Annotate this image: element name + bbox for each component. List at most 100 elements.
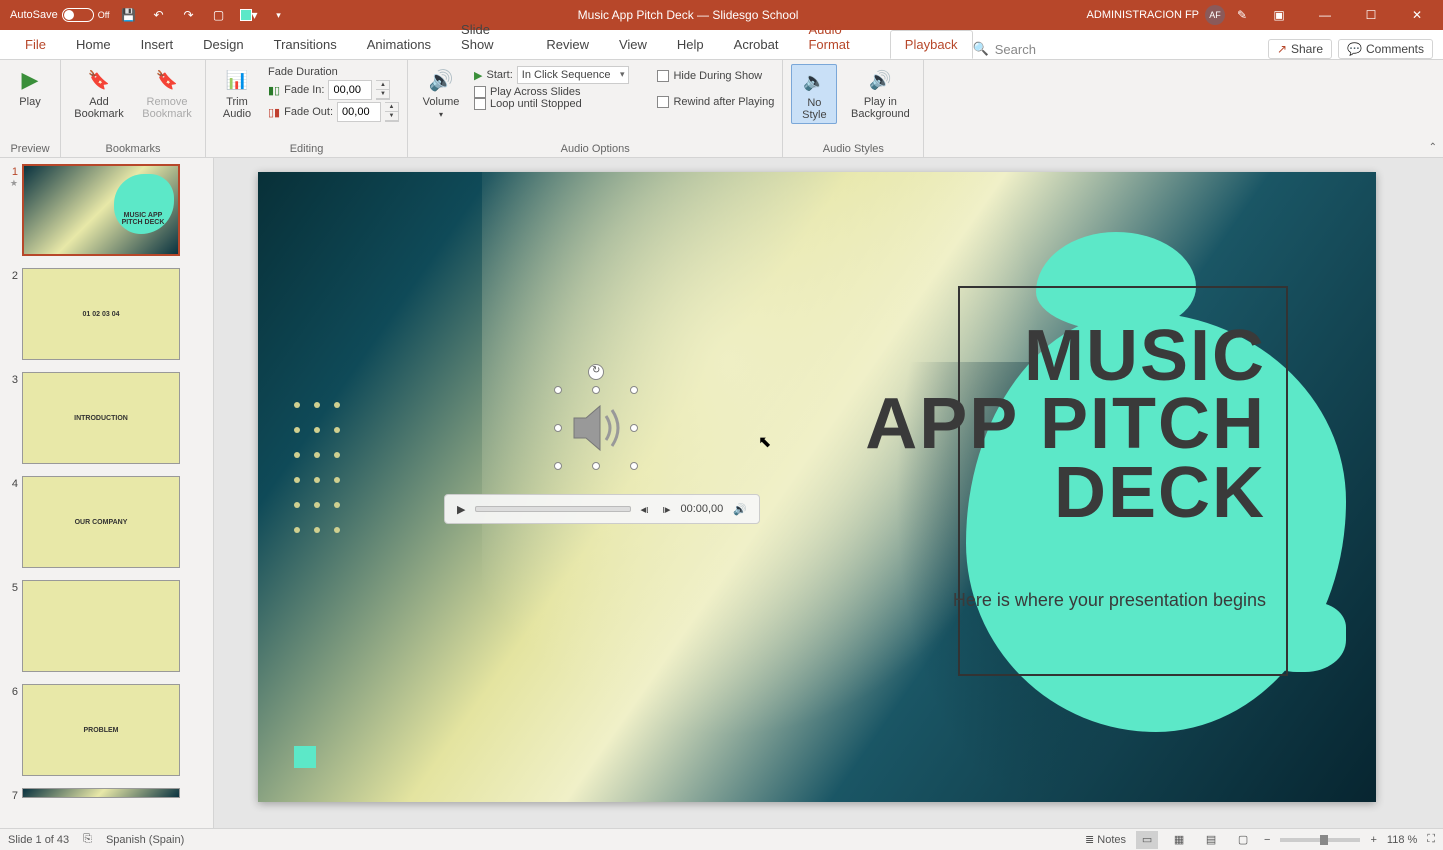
comments-button[interactable]: 💬Comments xyxy=(1338,39,1433,59)
user-name: ADMINISTRACION FP xyxy=(1087,9,1199,21)
play-button[interactable]: ▶ Play xyxy=(8,64,52,110)
speaker-icon xyxy=(566,398,626,458)
language-indicator[interactable]: Spanish (Spain) xyxy=(106,834,184,846)
rewind-checkbox[interactable]: Rewind after Playing xyxy=(657,96,774,108)
ribbon-group-preview: ▶ Play Preview xyxy=(0,60,61,157)
tab-insert[interactable]: Insert xyxy=(126,30,189,59)
thumbnail-4[interactable]: 4 OUR COMPANY xyxy=(4,476,209,568)
group-label-audio-options: Audio Options xyxy=(416,141,774,155)
tab-help[interactable]: Help xyxy=(662,30,719,59)
tab-audio-format[interactable]: Audio Format xyxy=(793,15,889,59)
audio-object[interactable] xyxy=(558,390,634,466)
ribbon-group-audio-options: 🔊 Volume ▾ ▶ Start: In Click Sequence Pl… xyxy=(408,60,783,157)
sorter-view-button[interactable]: ▦ xyxy=(1168,831,1190,849)
tab-view[interactable]: View xyxy=(604,30,662,59)
tab-home[interactable]: Home xyxy=(61,30,126,59)
tab-design[interactable]: Design xyxy=(188,30,258,59)
fade-in-icon: ▮▯ xyxy=(268,84,280,97)
accessibility-icon[interactable]: ⎘ xyxy=(83,833,92,846)
zoom-out-button[interactable]: − xyxy=(1264,834,1270,846)
fit-to-window-button[interactable]: ⛶ xyxy=(1427,833,1435,846)
resize-handle[interactable] xyxy=(554,386,562,394)
decorative-square xyxy=(294,746,316,768)
undo-icon[interactable]: ↶ xyxy=(148,4,170,26)
resize-handle[interactable] xyxy=(554,424,562,432)
play-across-checkbox[interactable]: Play Across Slides xyxy=(474,86,629,98)
tab-file[interactable]: File xyxy=(10,30,61,59)
tab-acrobat[interactable]: Acrobat xyxy=(719,30,794,59)
tab-review[interactable]: Review xyxy=(531,30,604,59)
loop-checkbox[interactable]: Loop until Stopped xyxy=(474,98,629,110)
coming-soon-icon[interactable]: ✎ xyxy=(1231,4,1253,26)
start-dropdown[interactable]: In Click Sequence xyxy=(517,66,630,84)
fade-out-field[interactable] xyxy=(337,102,381,122)
volume-button[interactable]: 🔊 Volume ▾ xyxy=(416,64,466,121)
ribbon-group-audio-styles: 🔈 No Style 🔊 Play in Background Audio St… xyxy=(783,60,924,157)
collapse-ribbon-icon[interactable]: ⌃ xyxy=(1429,142,1437,153)
minimize-icon[interactable]: — xyxy=(1305,1,1345,29)
start-from-beginning-icon[interactable]: ▢ xyxy=(208,4,230,26)
media-seek-track[interactable] xyxy=(475,506,630,512)
maximize-icon[interactable]: ☐ xyxy=(1351,1,1391,29)
tab-playback[interactable]: Playback xyxy=(890,30,973,59)
media-skip-back-button[interactable]: ◂ι xyxy=(637,501,653,518)
hide-checkbox[interactable]: Hide During Show xyxy=(657,70,774,82)
zoom-in-button[interactable]: + xyxy=(1370,834,1376,846)
group-label-bookmarks: Bookmarks xyxy=(69,141,197,155)
ribbon-display-icon[interactable]: ▣ xyxy=(1259,1,1299,29)
resize-handle[interactable] xyxy=(630,424,638,432)
resize-handle[interactable] xyxy=(554,462,562,470)
start-icon: ▶ xyxy=(474,69,482,82)
reading-view-button[interactable]: ▤ xyxy=(1200,831,1222,849)
slide-indicator[interactable]: Slide 1 of 43 xyxy=(8,834,69,846)
resize-handle[interactable] xyxy=(592,386,600,394)
thumbnail-2[interactable]: 2 01 02 03 04 xyxy=(4,268,209,360)
media-volume-button[interactable]: 🔊 xyxy=(729,501,751,518)
thumbnail-7[interactable]: 7 xyxy=(4,788,209,802)
qat-more-icon[interactable]: ▾ xyxy=(268,4,290,26)
thumbnail-1[interactable]: 1 ★ MUSIC APP PITCH DECK xyxy=(4,164,209,256)
slide-subtitle[interactable]: Here is where your presentation begins xyxy=(953,590,1266,611)
tab-animations[interactable]: Animations xyxy=(352,30,446,59)
fade-out-spinner[interactable]: ▲▼ xyxy=(385,102,399,122)
add-bookmark-button[interactable]: 🔖 Add Bookmark xyxy=(69,64,129,122)
resize-handle[interactable] xyxy=(592,462,600,470)
trim-audio-button[interactable]: 📊 Trim Audio xyxy=(214,64,260,122)
user-avatar[interactable]: AF xyxy=(1205,5,1225,25)
share-button[interactable]: ↗Share xyxy=(1268,39,1332,59)
resize-handle[interactable] xyxy=(630,462,638,470)
play-in-background-button[interactable]: 🔊 Play in Background xyxy=(845,64,915,122)
start-label: Start: xyxy=(487,69,513,81)
autosave-toggle[interactable]: AutoSave Off xyxy=(10,8,110,22)
tab-slideshow[interactable]: Slide Show xyxy=(446,15,531,59)
thumbnail-3[interactable]: 3 INTRODUCTION xyxy=(4,372,209,464)
redo-icon[interactable]: ↷ xyxy=(178,4,200,26)
ribbon-group-bookmarks: 🔖 Add Bookmark 🔖 Remove Bookmark Bookmar… xyxy=(61,60,206,157)
fade-in-spinner[interactable]: ▲▼ xyxy=(376,80,390,100)
search-icon[interactable]: 🔍 xyxy=(973,41,989,57)
search-input[interactable]: Search xyxy=(995,42,1036,57)
shape-fill-swatch[interactable]: ▾ xyxy=(238,4,260,26)
slide[interactable]: MUSIC APP PITCH DECK Here is where your … xyxy=(258,172,1376,802)
notes-button[interactable]: ≣ Notes xyxy=(1085,833,1126,846)
slide-title[interactable]: MUSIC APP PITCH DECK xyxy=(865,322,1266,527)
resize-handle[interactable] xyxy=(630,386,638,394)
thumbnail-panel[interactable]: 1 ★ MUSIC APP PITCH DECK 2 01 02 03 04 3… xyxy=(0,158,214,828)
save-icon[interactable]: 💾 xyxy=(118,4,140,26)
rotate-handle[interactable] xyxy=(588,364,604,380)
fade-duration-label: Fade Duration xyxy=(268,66,399,78)
close-icon[interactable]: ✕ xyxy=(1397,1,1437,29)
thumbnail-6[interactable]: 6 PROBLEM xyxy=(4,684,209,776)
tab-transitions[interactable]: Transitions xyxy=(259,30,352,59)
audio-playback-bar: ▶ ◂ι ι▸ 00:00,00 🔊 xyxy=(444,494,760,524)
no-style-button[interactable]: 🔈 No Style xyxy=(791,64,837,124)
zoom-slider[interactable] xyxy=(1280,838,1360,842)
slide-canvas-area[interactable]: MUSIC APP PITCH DECK Here is where your … xyxy=(214,158,1443,828)
normal-view-button[interactable]: ▭ xyxy=(1136,831,1158,849)
slideshow-view-button[interactable]: ▢ xyxy=(1232,831,1254,849)
fade-in-field[interactable] xyxy=(328,80,372,100)
media-play-button[interactable]: ▶ xyxy=(453,501,469,518)
zoom-level[interactable]: 118 % xyxy=(1387,834,1417,846)
thumbnail-5[interactable]: 5 xyxy=(4,580,209,672)
media-skip-fwd-button[interactable]: ι▸ xyxy=(659,501,675,518)
